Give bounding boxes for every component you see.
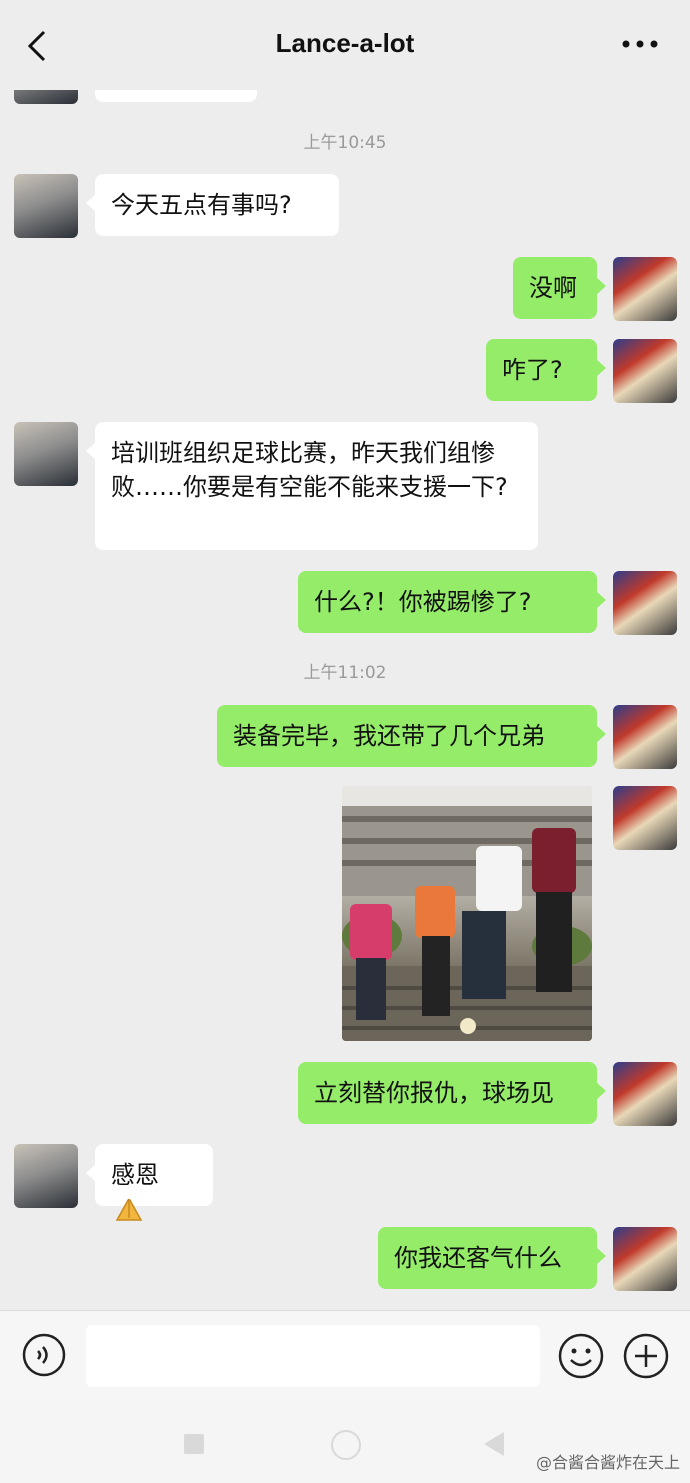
- avatar-self[interactable]: [613, 1227, 677, 1291]
- message-bubble[interactable]: 什么?！你被踢惨了?: [298, 571, 606, 633]
- message-text: 什么?！你被踢惨了?: [314, 588, 532, 616]
- message-text: 立刻替你报仇，球场见: [314, 1079, 554, 1107]
- recent-apps-icon[interactable]: [184, 1434, 204, 1454]
- avatar-contact[interactable]: [14, 422, 78, 486]
- message-bubble[interactable]: 没啊: [513, 257, 606, 319]
- message-bubble[interactable]: 培训班组织足球比赛，昨天我们组惨败……你要是有空能不能来支援一下?: [86, 422, 538, 550]
- system-back-icon[interactable]: [484, 1432, 504, 1456]
- message-bubble[interactable]: 今天五点有事吗?: [86, 174, 339, 236]
- chat-title: Lance-a-lot: [275, 28, 415, 58]
- system-nav-bar: @合酱合酱炸在天上: [0, 1402, 690, 1483]
- voice-input-icon[interactable]: [22, 1333, 66, 1377]
- avatar-self[interactable]: [613, 339, 677, 403]
- message-bubble[interactable]: 你我还客气什么: [378, 1227, 606, 1289]
- timestamp: 上午10:45: [303, 133, 387, 153]
- home-icon[interactable]: [331, 1430, 361, 1460]
- message-text: 没啊: [529, 274, 577, 302]
- message-text: 咋了?: [502, 356, 563, 384]
- avatar-self[interactable]: [613, 1062, 677, 1126]
- avatar-contact[interactable]: [14, 174, 78, 238]
- avatar-self[interactable]: [613, 257, 677, 321]
- message-text: 感恩: [111, 1161, 159, 1189]
- message-bubble[interactable]: 立刻替你报仇，球场见: [298, 1062, 606, 1124]
- praying-hands-icon: [115, 1198, 143, 1221]
- chat-area[interactable]: 上午10:45 今天五点有事吗? 没啊 咋了? 培训班组织足球比赛，昨天我们组惨…: [0, 0, 690, 1310]
- message-text: 你我还客气什么: [394, 1244, 562, 1272]
- message-text: 今天五点有事吗?: [111, 191, 292, 219]
- plus-icon[interactable]: [623, 1333, 669, 1379]
- avatar-self[interactable]: [613, 571, 677, 635]
- chat-header: Lance-a-lot: [0, 0, 690, 90]
- avatar-self[interactable]: [613, 705, 677, 769]
- timestamp: 上午11:02: [303, 663, 387, 683]
- message-bubble[interactable]: 咋了?: [486, 339, 606, 401]
- message-bubble[interactable]: 装备完毕，我还带了几个兄弟: [217, 705, 606, 767]
- message-text: 培训班组织足球比赛，昨天我们组惨败……你要是有空能不能来支援一下?: [111, 439, 508, 501]
- photo-message[interactable]: [342, 786, 592, 1041]
- more-options-icon[interactable]: [620, 32, 660, 56]
- message-text: 装备完毕，我还带了几个兄弟: [233, 722, 545, 750]
- message-input[interactable]: [86, 1325, 540, 1387]
- team-photo-image: [342, 786, 592, 1041]
- emoji-icon[interactable]: [558, 1333, 604, 1379]
- weibo-watermark: @合酱合酱炸在天上: [535, 1453, 680, 1472]
- message-bubble[interactable]: 感恩: [86, 1144, 213, 1221]
- avatar-contact[interactable]: [14, 1144, 78, 1208]
- input-bar: [0, 1310, 690, 1403]
- avatar-self[interactable]: [613, 786, 677, 850]
